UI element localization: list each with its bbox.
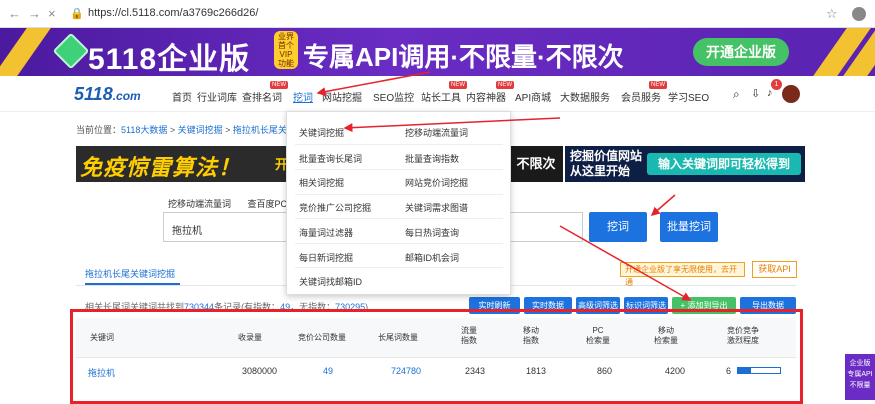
notification-badge: 1 bbox=[771, 79, 782, 90]
menu-item-bid-companies[interactable]: 竞价推广公司挖掘 bbox=[299, 201, 371, 214]
search-icon[interactable]: ⌕ bbox=[733, 87, 740, 102]
ad-right-title: 挖掘价值网站 从这里开始 bbox=[570, 149, 643, 178]
ad-banner-mid[interactable]: 不限次 bbox=[509, 146, 563, 182]
floating-enterprise-panel[interactable]: 企业版 专属API 不限量 bbox=[845, 354, 875, 400]
dig-words-button[interactable]: 挖词 bbox=[589, 212, 647, 242]
new-badge: NEW bbox=[449, 81, 467, 89]
get-api-button[interactable]: 获取API bbox=[752, 261, 797, 278]
banner-slogan: 专属API调用·不限量·不限次 bbox=[303, 42, 624, 72]
menu-item-site-bid-words[interactable]: 网站竞价词挖掘 bbox=[405, 176, 468, 189]
menu-item-demand-graph[interactable]: 关键词需求图谱 bbox=[405, 201, 468, 214]
vip-badge: 业界首个VIP功能 bbox=[274, 31, 298, 69]
banner-brand: 5118企业版 bbox=[88, 43, 251, 76]
dig-words-dropdown: 关键词挖掘 挖移动端流量词 批量查询长尾词 批量查询指数 相关词挖掘 网站竞价词… bbox=[286, 111, 511, 295]
menu-item-daily-new[interactable]: 每日新词挖掘 bbox=[299, 251, 353, 264]
back-icon[interactable]: ← bbox=[8, 6, 21, 21]
breadcrumb: 当前位置：5118大数据 > 关键词挖掘 > 拖拉机长尾关键 bbox=[76, 125, 296, 135]
subtab-baidu-pc[interactable]: 查百度PC bbox=[248, 199, 288, 209]
menu-item-daily-hot[interactable]: 每日热词查询 bbox=[405, 226, 459, 239]
nav-site-mining[interactable]: 网站挖掘 bbox=[322, 89, 362, 104]
menu-item-batch-longtail[interactable]: 批量查询长尾词 bbox=[299, 152, 362, 165]
stop-icon[interactable]: × bbox=[48, 6, 56, 21]
download-icon[interactable]: ⇩ bbox=[751, 87, 760, 100]
breadcrumb-item[interactable]: 关键词挖掘 bbox=[178, 125, 223, 135]
tab-longtail-results[interactable]: 拖拉机长尾关键词挖掘 bbox=[85, 267, 175, 280]
nav-webmaster-tools[interactable]: 站长工具 bbox=[421, 89, 461, 104]
nav-rank-words[interactable]: 查排名词 bbox=[242, 89, 282, 104]
nav-seo-monitor[interactable]: SEO监控 bbox=[373, 89, 414, 104]
new-badge: NEW bbox=[496, 81, 514, 89]
url-field[interactable]: https://cl.5118.com/a3769c266d26/ bbox=[88, 7, 258, 19]
browser-address-bar: ← → × 🔒 https://cl.5118.com/a3769c266d26… bbox=[0, 0, 875, 28]
profile-icon[interactable] bbox=[852, 7, 866, 21]
menu-item-find-email-id[interactable]: 关键词找邮箱ID bbox=[299, 275, 362, 288]
diamond-icon bbox=[52, 32, 90, 70]
avatar[interactable] bbox=[782, 85, 800, 103]
breadcrumb-item[interactable]: 5118大数据 bbox=[121, 125, 167, 135]
forward-icon[interactable]: → bbox=[28, 6, 41, 21]
ad-right-cta[interactable]: 输入关键词即可轻松得到 bbox=[647, 153, 801, 175]
menu-item-related-words[interactable]: 相关词挖掘 bbox=[299, 176, 344, 189]
site-logo[interactable]: 5118.com bbox=[74, 84, 141, 105]
nav-bigdata-service[interactable]: 大数据服务 bbox=[560, 89, 610, 104]
bell-icon[interactable]: ♪ bbox=[767, 87, 773, 99]
nav-learn-seo[interactable]: 学习SEO bbox=[668, 89, 709, 104]
ad-banner-right[interactable]: 挖掘价值网站 从这里开始 输入关键词即可轻松得到 bbox=[565, 146, 805, 182]
lock-icon: 🔒 bbox=[70, 8, 84, 20]
menu-item-mobile-traffic[interactable]: 挖移动端流量词 bbox=[405, 126, 468, 139]
menu-item-word-filter[interactable]: 海量词过滤器 bbox=[299, 226, 353, 239]
subtab-mobile[interactable]: 挖移动端流量词 bbox=[168, 199, 231, 209]
batch-dig-button[interactable]: 批量挖词 bbox=[660, 212, 718, 242]
nav-api-store[interactable]: API商城 bbox=[515, 89, 551, 104]
nav-member-service[interactable]: 会员服务 bbox=[621, 89, 661, 104]
new-badge: NEW bbox=[649, 81, 667, 89]
star-icon[interactable]: ☆ bbox=[826, 6, 838, 22]
ad-banner-left[interactable]: 免疫惊雷算法！开 bbox=[76, 146, 286, 182]
highlight-box bbox=[70, 309, 803, 404]
enterprise-tip[interactable]: 开通企业版了享无限使用，去开通 bbox=[620, 262, 745, 287]
nav-industry-lexicon[interactable]: 行业词库 bbox=[197, 89, 237, 104]
open-enterprise-button[interactable]: 开通企业版 bbox=[693, 38, 789, 66]
new-badge: NEW bbox=[270, 81, 288, 89]
nav-dig-words[interactable]: 挖词 bbox=[293, 89, 313, 104]
menu-item-batch-index[interactable]: 批量查询指数 bbox=[405, 152, 459, 165]
menu-item-keyword-mining[interactable]: 关键词挖掘 bbox=[299, 126, 344, 139]
search-subtabs: 挖移动端流量词 查百度PC bbox=[168, 197, 287, 210]
nav-content-tools[interactable]: 内容神器 bbox=[466, 89, 506, 104]
enterprise-banner[interactable]: 5118企业版 业界首个VIP功能 专属API调用·不限量·不限次 开通企业版 bbox=[0, 28, 875, 76]
site-navbar: 5118.com 首页 行业词库 查排名词 NEW 挖词 网站挖掘 SEO监控 … bbox=[0, 78, 875, 112]
nav-home[interactable]: 首页 bbox=[172, 89, 192, 104]
menu-item-email-id[interactable]: 邮箱ID机会词 bbox=[405, 251, 459, 264]
